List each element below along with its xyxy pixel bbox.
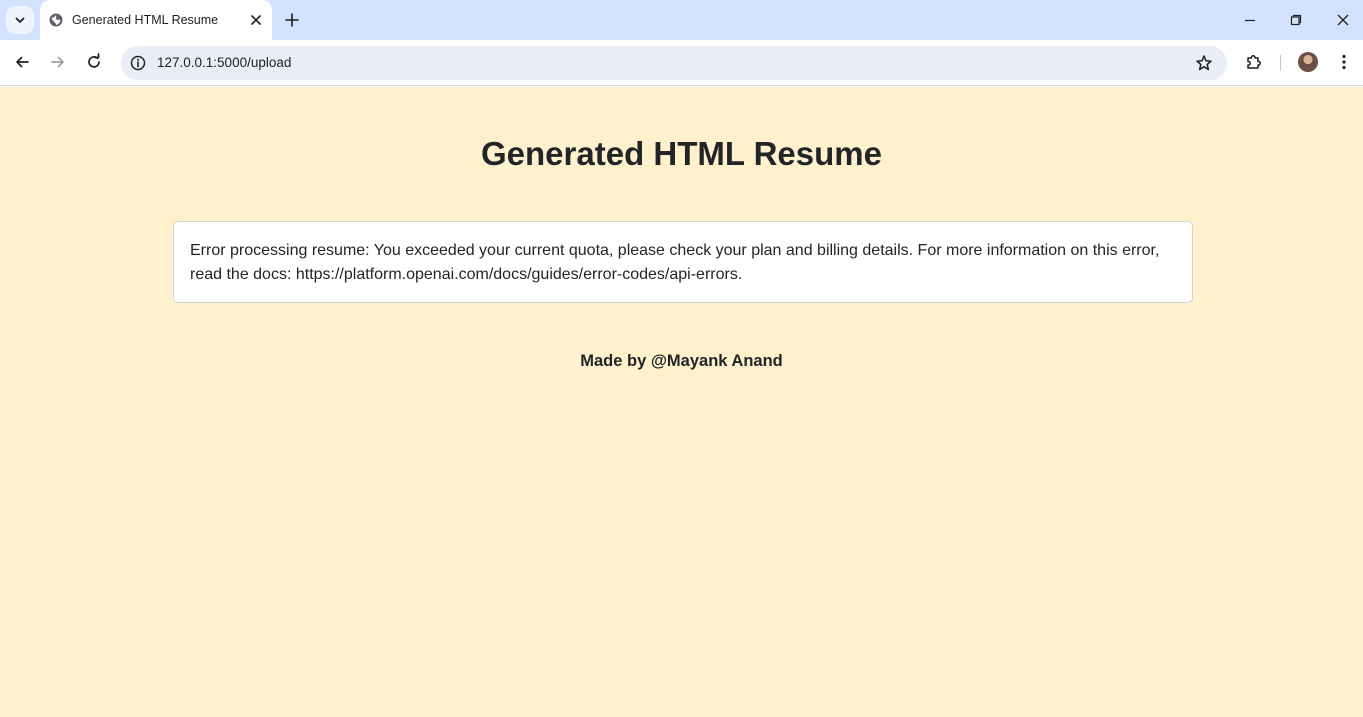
more-vertical-icon[interactable] [1335, 53, 1353, 71]
close-icon[interactable] [248, 12, 264, 28]
site-info-icon[interactable] [130, 55, 146, 71]
url-text[interactable]: 127.0.0.1:5000/upload [157, 55, 291, 70]
close-window-icon[interactable] [1335, 12, 1351, 28]
toolbar-divider [1280, 55, 1281, 71]
footer-credit: Made by @Mayank Anand [580, 352, 783, 370]
extensions-puzzle-icon[interactable] [1245, 53, 1263, 71]
page-content: Generated HTML Resume Error processing r… [0, 87, 1363, 717]
globe-icon [49, 13, 63, 27]
bookmark-star-icon[interactable] [1195, 54, 1213, 72]
browser-toolbar: 127.0.0.1:5000/upload [0, 40, 1363, 86]
page-title: Generated HTML Resume [481, 135, 882, 172]
back-arrow-icon[interactable] [13, 53, 31, 71]
reload-icon[interactable] [85, 53, 103, 71]
browser-tab[interactable]: Generated HTML Resume [40, 0, 272, 40]
chevron-down-icon [15, 17, 25, 23]
tab-title: Generated HTML Resume [72, 13, 219, 27]
forward-arrow-icon[interactable] [49, 53, 67, 71]
minimize-icon[interactable] [1242, 12, 1258, 28]
tab-search-button[interactable] [6, 6, 34, 34]
restore-icon[interactable] [1288, 12, 1304, 28]
tab-strip: Generated HTML Resume [0, 0, 1363, 40]
profile-avatar[interactable] [1298, 52, 1318, 72]
error-message: Error processing resume: You exceeded yo… [190, 242, 1160, 283]
error-card: Error processing resume: You exceeded yo… [173, 221, 1193, 303]
address-bar[interactable]: 127.0.0.1:5000/upload [121, 46, 1227, 80]
new-tab-icon[interactable] [283, 11, 301, 29]
